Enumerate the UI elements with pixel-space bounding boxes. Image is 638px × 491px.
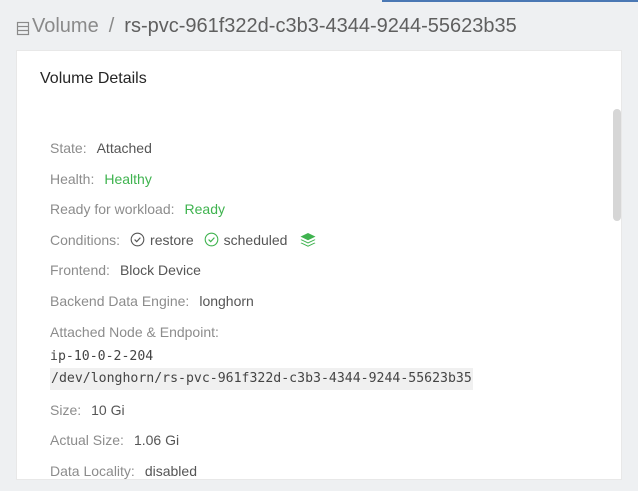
card-scrollbar[interactable] xyxy=(613,107,621,481)
health-value: Healthy xyxy=(104,170,152,187)
active-tab-indicator xyxy=(382,0,638,2)
attached-label: Attached Node & Endpoint: xyxy=(50,323,219,340)
size-value: 10 Gi xyxy=(91,401,125,418)
attached-endpoint: /dev/longhorn/rs-pvc-961f322d-c3b3-4344-… xyxy=(50,367,473,390)
state-label: State: xyxy=(50,140,87,156)
check-circle-icon xyxy=(204,232,218,247)
frontend-row: Frontend: Block Device xyxy=(50,260,590,280)
data-locality-row: Data Locality: disabled xyxy=(50,461,590,481)
ready-row: Ready for workload: Ready xyxy=(50,199,590,219)
scrollbar-thumb[interactable] xyxy=(613,109,621,221)
actual-size-value: 1.06 Gi xyxy=(133,432,180,449)
card-title: Volume Details xyxy=(40,70,147,87)
attached-endpoint-block: Attached Node & Endpoint: ip-10-0-2-204 … xyxy=(50,322,590,390)
condition-scheduled[interactable]: scheduled xyxy=(204,231,288,248)
breadcrumb: Volume / rs-pvc-961f322d-c3b3-4344-9244-… xyxy=(16,12,517,40)
breadcrumb-volume-link[interactable]: Volume xyxy=(32,15,99,38)
data-locality-label: Data Locality: xyxy=(50,462,135,479)
condition-restore[interactable]: restore xyxy=(130,232,194,248)
conditions-label: Conditions: xyxy=(50,231,121,248)
breadcrumb-separator: / xyxy=(108,14,115,37)
size-row: Size: 10 Gi xyxy=(50,400,590,420)
condition-scheduled-label: scheduled xyxy=(223,231,288,248)
top-accent-bar xyxy=(0,0,638,2)
actual-size-label: Actual Size: xyxy=(50,432,124,449)
breadcrumb-current-volume: rs-pvc-961f322d-c3b3-4344-9244-55623b35 xyxy=(124,14,517,37)
backend-value: longhorn xyxy=(199,292,254,309)
health-label: Health: xyxy=(50,170,95,187)
condition-restore-label: restore xyxy=(150,231,194,248)
backend-label: Backend Data Engine: xyxy=(50,292,190,309)
attached-node: ip-10-0-2-204 xyxy=(50,348,154,364)
backend-row: Backend Data Engine: longhorn xyxy=(50,291,590,311)
ready-label: Ready for workload: xyxy=(50,201,175,218)
volume-list-icon xyxy=(16,20,30,36)
health-row: Health: Healthy xyxy=(50,169,590,189)
state-value: Attached xyxy=(96,140,152,156)
ready-value: Ready xyxy=(184,201,225,218)
frontend-label: Frontend: xyxy=(50,262,110,279)
frontend-value: Block Device xyxy=(119,262,201,279)
size-label: Size: xyxy=(50,401,82,418)
check-circle-icon xyxy=(130,232,145,247)
actual-size-row: Actual Size: 1.06 Gi xyxy=(50,430,590,450)
conditions-row: Conditions: restore scheduled xyxy=(50,230,590,250)
volume-details-card: Volume Details State: Attached Health: H… xyxy=(16,50,622,480)
details-list: State: Attached Health: Healthy Ready fo… xyxy=(50,138,590,491)
data-locality-value: disabled xyxy=(144,462,197,479)
state-row: State: Attached xyxy=(50,138,590,158)
layers-icon[interactable] xyxy=(299,232,317,248)
